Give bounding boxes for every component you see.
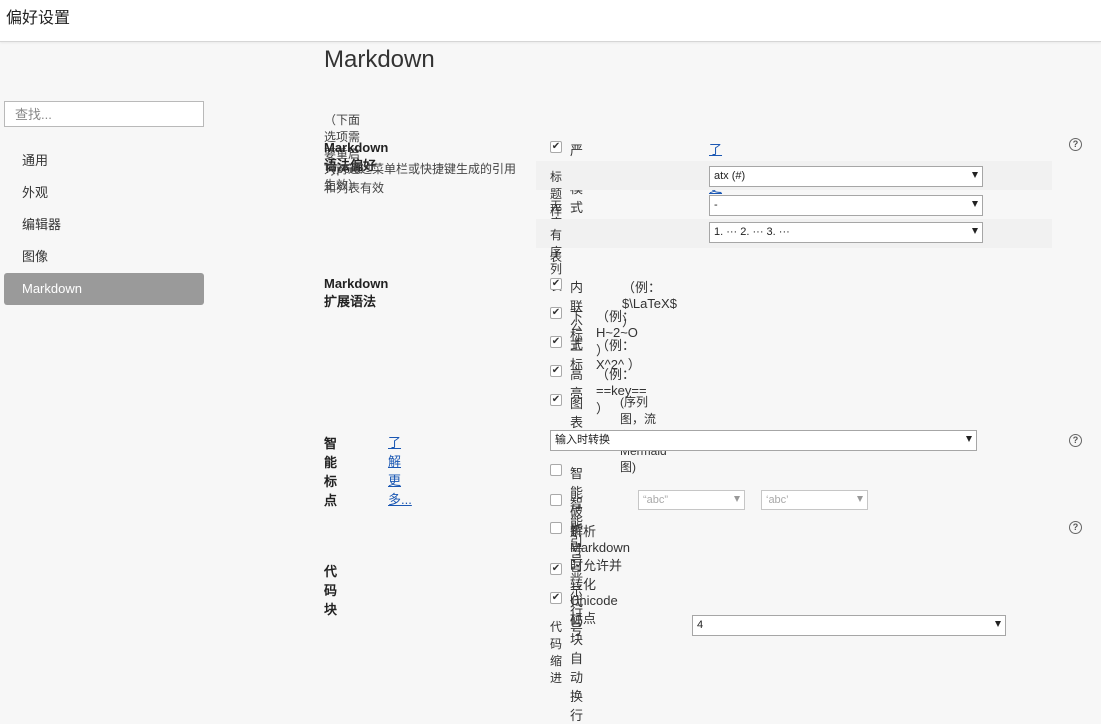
chevron-down-icon <box>972 201 978 207</box>
chevron-down-icon <box>857 496 863 502</box>
help-icon[interactable]: ? <box>1069 138 1082 151</box>
smart-quotes-checkbox[interactable] <box>550 494 562 506</box>
sidebar-item-appearance[interactable]: 外观 <box>4 177 204 209</box>
single-quote-value: ‘abc’ <box>766 494 789 506</box>
page-title: Markdown <box>324 46 435 73</box>
code-wrap-label: 代码块自动换行 <box>570 594 584 723</box>
highlight-checkbox[interactable]: ✔ <box>550 365 562 377</box>
sidebar-item-image[interactable]: 图像 <box>4 241 204 273</box>
chevron-down-icon <box>966 436 972 442</box>
smart-punct-mode-select[interactable]: 输入时转换 <box>550 430 977 451</box>
ordered-list-select[interactable]: 1. ··· 2. ··· 3. ··· <box>709 222 983 243</box>
chevron-down-icon <box>734 496 740 502</box>
title-bar: 偏好设置 <box>0 0 1101 42</box>
chevron-down-icon <box>972 172 978 178</box>
double-quote-select[interactable]: “abc” <box>638 490 745 510</box>
superscript-checkbox[interactable]: ✔ <box>550 336 562 348</box>
double-quote-value: “abc” <box>643 494 669 506</box>
sidebar-item-markdown[interactable]: Markdown <box>4 273 204 305</box>
line-numbers-checkbox[interactable]: ✔ <box>550 563 562 575</box>
smart-punct-learn-more-link[interactable]: 了解更多... <box>388 432 412 508</box>
subscript-checkbox[interactable]: ✔ <box>550 307 562 319</box>
diagrams-label: 图表 <box>570 396 584 430</box>
code-block-title: 代码块 <box>324 564 338 617</box>
syntax-pref-description: 只对通过菜单栏或快捷键生成的引用和列表有效 <box>324 162 517 195</box>
chevron-down-icon <box>995 621 1001 627</box>
code-wrap-checkbox[interactable]: ✔ <box>550 592 562 604</box>
search-input[interactable] <box>4 101 204 127</box>
code-indent-label: 代码缩进 <box>550 620 563 685</box>
single-quote-select[interactable]: ‘abc’ <box>761 490 868 510</box>
sidebar-item-general[interactable]: 通用 <box>4 145 204 177</box>
code-indent-value: 4 <box>697 619 704 631</box>
sidebar-item-editor[interactable]: 编辑器 <box>4 209 204 241</box>
inline-math-checkbox[interactable]: ✔ <box>550 278 562 290</box>
smart-dash-checkbox[interactable] <box>550 464 562 476</box>
chevron-down-icon <box>972 228 978 234</box>
code-indent-select[interactable]: 4 <box>692 615 1006 636</box>
help-icon[interactable]: ? <box>1069 434 1082 447</box>
ordered-list-value: 1. ··· 2. ··· 3. ··· <box>714 226 790 238</box>
diagrams-checkbox[interactable]: ✔ <box>550 394 562 406</box>
extended-syntax-title: Markdown 扩展语法 <box>324 276 389 309</box>
heading-style-value: atx (#) <box>714 170 746 182</box>
smart-punct-title: 智能标点 <box>324 436 338 508</box>
help-icon[interactable]: ? <box>1069 521 1082 534</box>
window-title: 偏好设置 <box>6 10 71 27</box>
unordered-list-select[interactable]: - <box>709 195 983 216</box>
unicode-punct-checkbox[interactable] <box>550 522 562 534</box>
strict-mode-checkbox[interactable]: ✔ <box>550 141 562 153</box>
unordered-list-value: - <box>714 199 718 211</box>
heading-style-select[interactable]: atx (#) <box>709 166 983 187</box>
smart-punct-mode-value: 输入时转换 <box>555 434 610 446</box>
